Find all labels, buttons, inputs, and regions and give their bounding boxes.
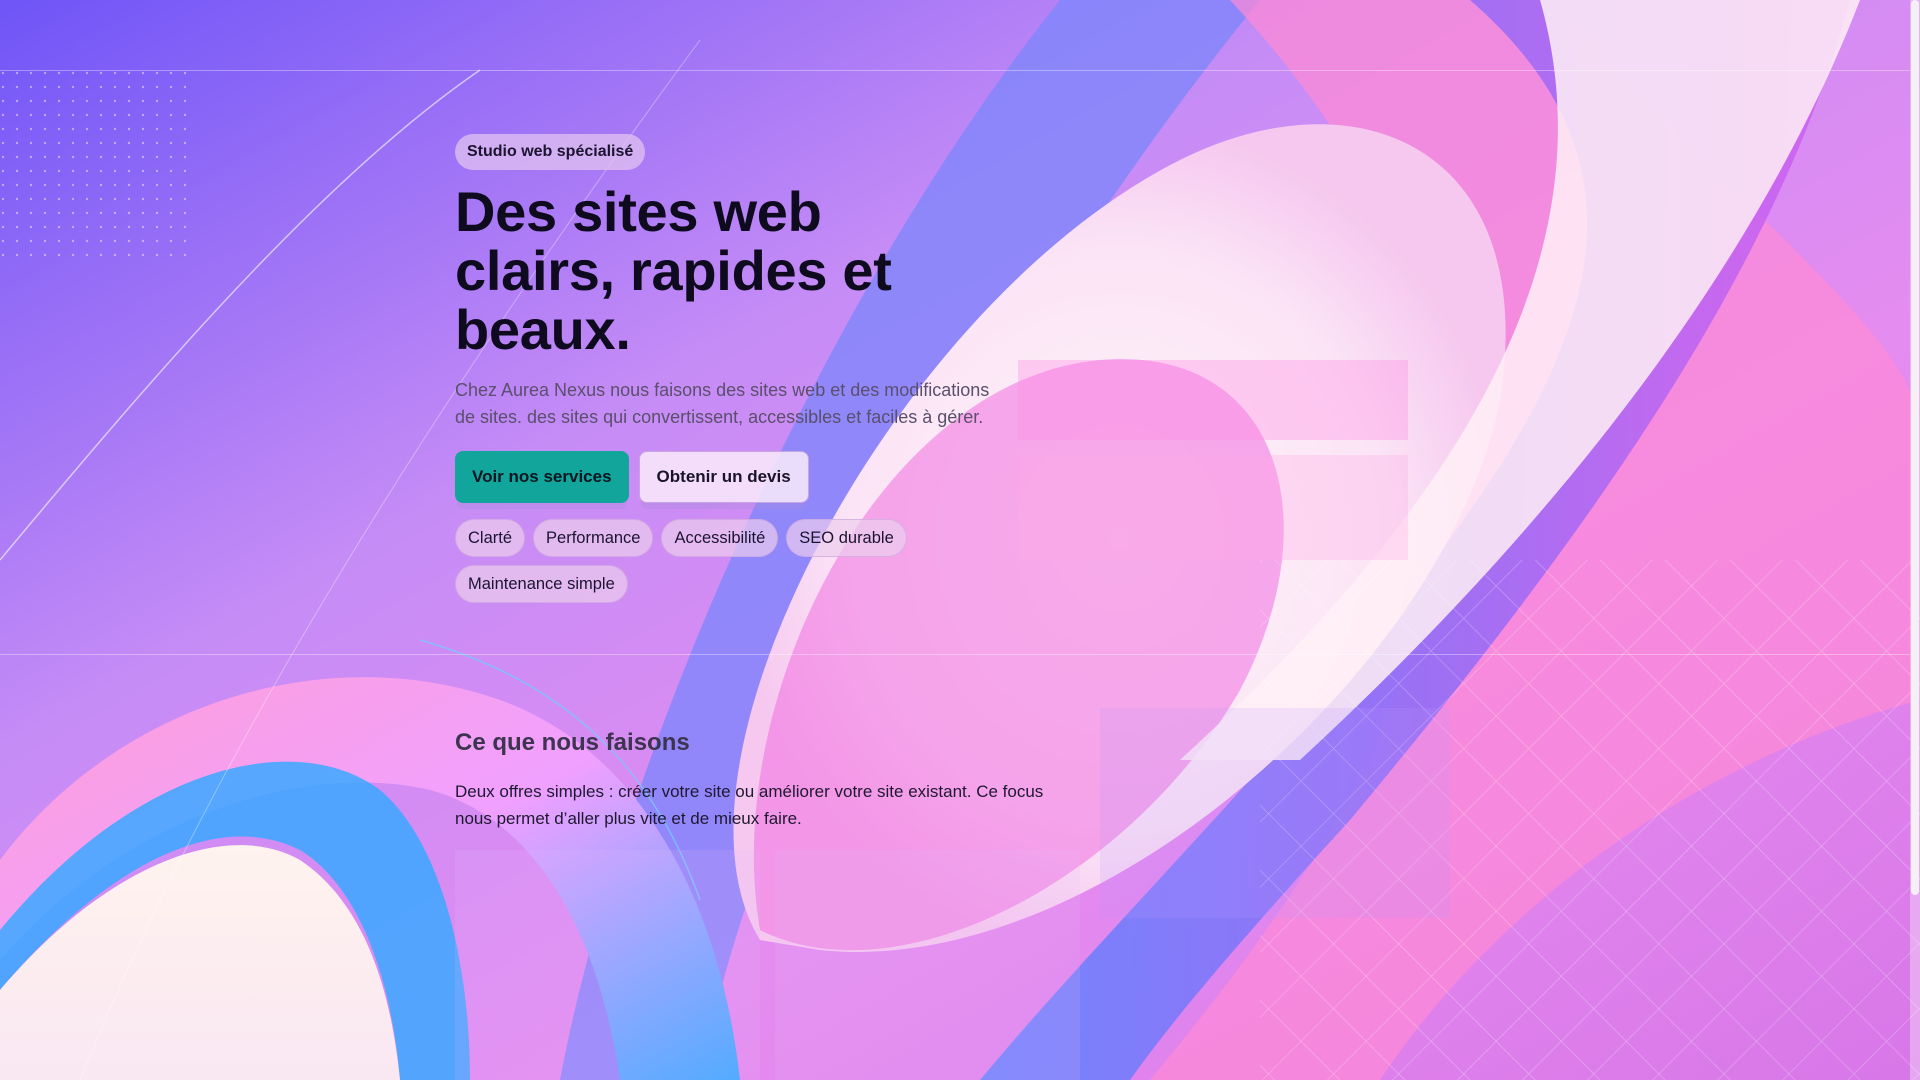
top-navigation-bar: [0, 0, 1910, 71]
chip-clarte: Clarté: [455, 519, 526, 557]
get-quote-button[interactable]: Obtenir un devis: [638, 451, 809, 503]
services-section: Ce que nous faisons Deux offres simples …: [455, 729, 1055, 832]
hero-section: Studio web spécialisé Des sites web clai…: [455, 134, 1015, 603]
chip-performance: Performance: [533, 519, 654, 557]
headline-line-1: Des sites web: [455, 180, 822, 243]
scrollbar-thumb[interactable]: [1911, 0, 1919, 895]
hero-headline: Des sites web clairs, rapides et beaux.: [455, 182, 1015, 359]
section-divider: [0, 654, 1910, 655]
feature-chips: Clarté Performance Accessibilité SEO dur…: [455, 519, 1015, 603]
chip-accessibilite: Accessibilité: [661, 519, 779, 557]
hero-actions: Voir nos services Obtenir un devis: [455, 451, 1015, 503]
hero-lead: Chez Aurea Nexus nous faisons des sites …: [455, 380, 990, 427]
hero-badge: Studio web spécialisé: [455, 134, 646, 170]
services-description: Deux offres simples : créer votre site o…: [455, 782, 1044, 828]
headline-line-3: beaux.: [455, 298, 631, 361]
services-title: Ce que nous faisons: [455, 729, 690, 756]
chip-seo-durable: SEO durable: [786, 519, 907, 557]
page-scrollbar[interactable]: [1910, 0, 1920, 1080]
view-services-button[interactable]: Voir nos services: [455, 451, 629, 503]
headline-line-2: clairs, rapides et: [455, 239, 892, 302]
chip-maintenance-simple: Maintenance simple: [455, 565, 628, 603]
